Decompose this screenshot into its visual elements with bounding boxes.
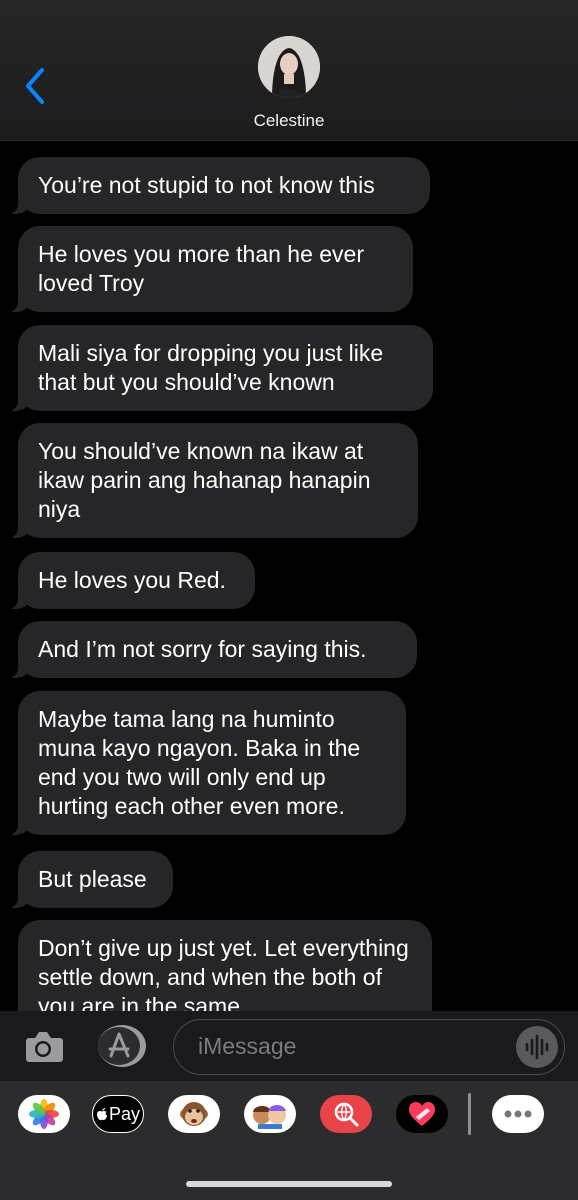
message-bubble[interactable]: You should’ve known na ikaw at ikaw pari…	[6, 423, 418, 538]
message-bubble[interactable]: He loves you Red.	[6, 552, 255, 609]
animoji-icon[interactable]	[168, 1095, 220, 1133]
waveform-icon	[525, 1034, 549, 1060]
home-indicator[interactable]	[186, 1181, 392, 1187]
message-text: He loves you more than he ever loved Tro…	[38, 241, 365, 296]
message-bubble[interactable]: Mali siya for dropping you just like tha…	[6, 325, 433, 411]
message-text: And I’m not sorry for saying this.	[38, 636, 367, 662]
message-text: But please	[38, 866, 147, 892]
message-text: He loves you Red.	[38, 567, 226, 593]
contact-avatar[interactable]	[258, 36, 320, 98]
audio-message-button[interactable]	[516, 1026, 558, 1068]
app-drawer-divider	[468, 1093, 471, 1135]
back-chevron-icon[interactable]	[22, 66, 50, 106]
memoji-icon[interactable]	[244, 1095, 296, 1133]
apple-pay-icon[interactable]: Pay	[92, 1095, 144, 1133]
message-text: You’re not stupid to not know this	[38, 172, 375, 198]
contact-name[interactable]: Celestine	[0, 111, 578, 131]
camera-icon[interactable]	[22, 1028, 64, 1064]
app-store-icon[interactable]	[97, 1024, 147, 1068]
message-bubble[interactable]: You’re not stupid to not know this	[6, 157, 430, 214]
message-bubble[interactable]: Maybe tama lang na huminto muna kayo nga…	[6, 691, 406, 835]
photos-icon[interactable]	[18, 1095, 70, 1133]
message-bubble[interactable]: Don’t give up just yet. Let everything s…	[18, 920, 432, 1011]
web-search-icon[interactable]	[320, 1095, 372, 1133]
message-bubble[interactable]: He loves you more than he ever loved Tro…	[6, 226, 413, 312]
message-bubble[interactable]: But please	[6, 851, 173, 908]
message-text: Don’t give up just yet. Let everything s…	[38, 935, 409, 1011]
message-bubble[interactable]: And I’m not sorry for saying this.	[6, 621, 417, 678]
message-text: You should’ve known na ikaw at ikaw pari…	[38, 438, 371, 522]
apple-logo-icon	[96, 1108, 107, 1121]
message-text: Mali siya for dropping you just like tha…	[38, 340, 384, 395]
apple-pay-label: Pay	[108, 1103, 141, 1124]
message-input-placeholder: iMessage	[198, 1033, 297, 1059]
more-apps-icon[interactable]	[492, 1095, 544, 1133]
digital-touch-icon[interactable]	[396, 1095, 448, 1133]
message-thread: You’re not stupid to not know this He lo…	[0, 141, 578, 1011]
message-text: Maybe tama lang na huminto muna kayo nga…	[38, 706, 361, 819]
